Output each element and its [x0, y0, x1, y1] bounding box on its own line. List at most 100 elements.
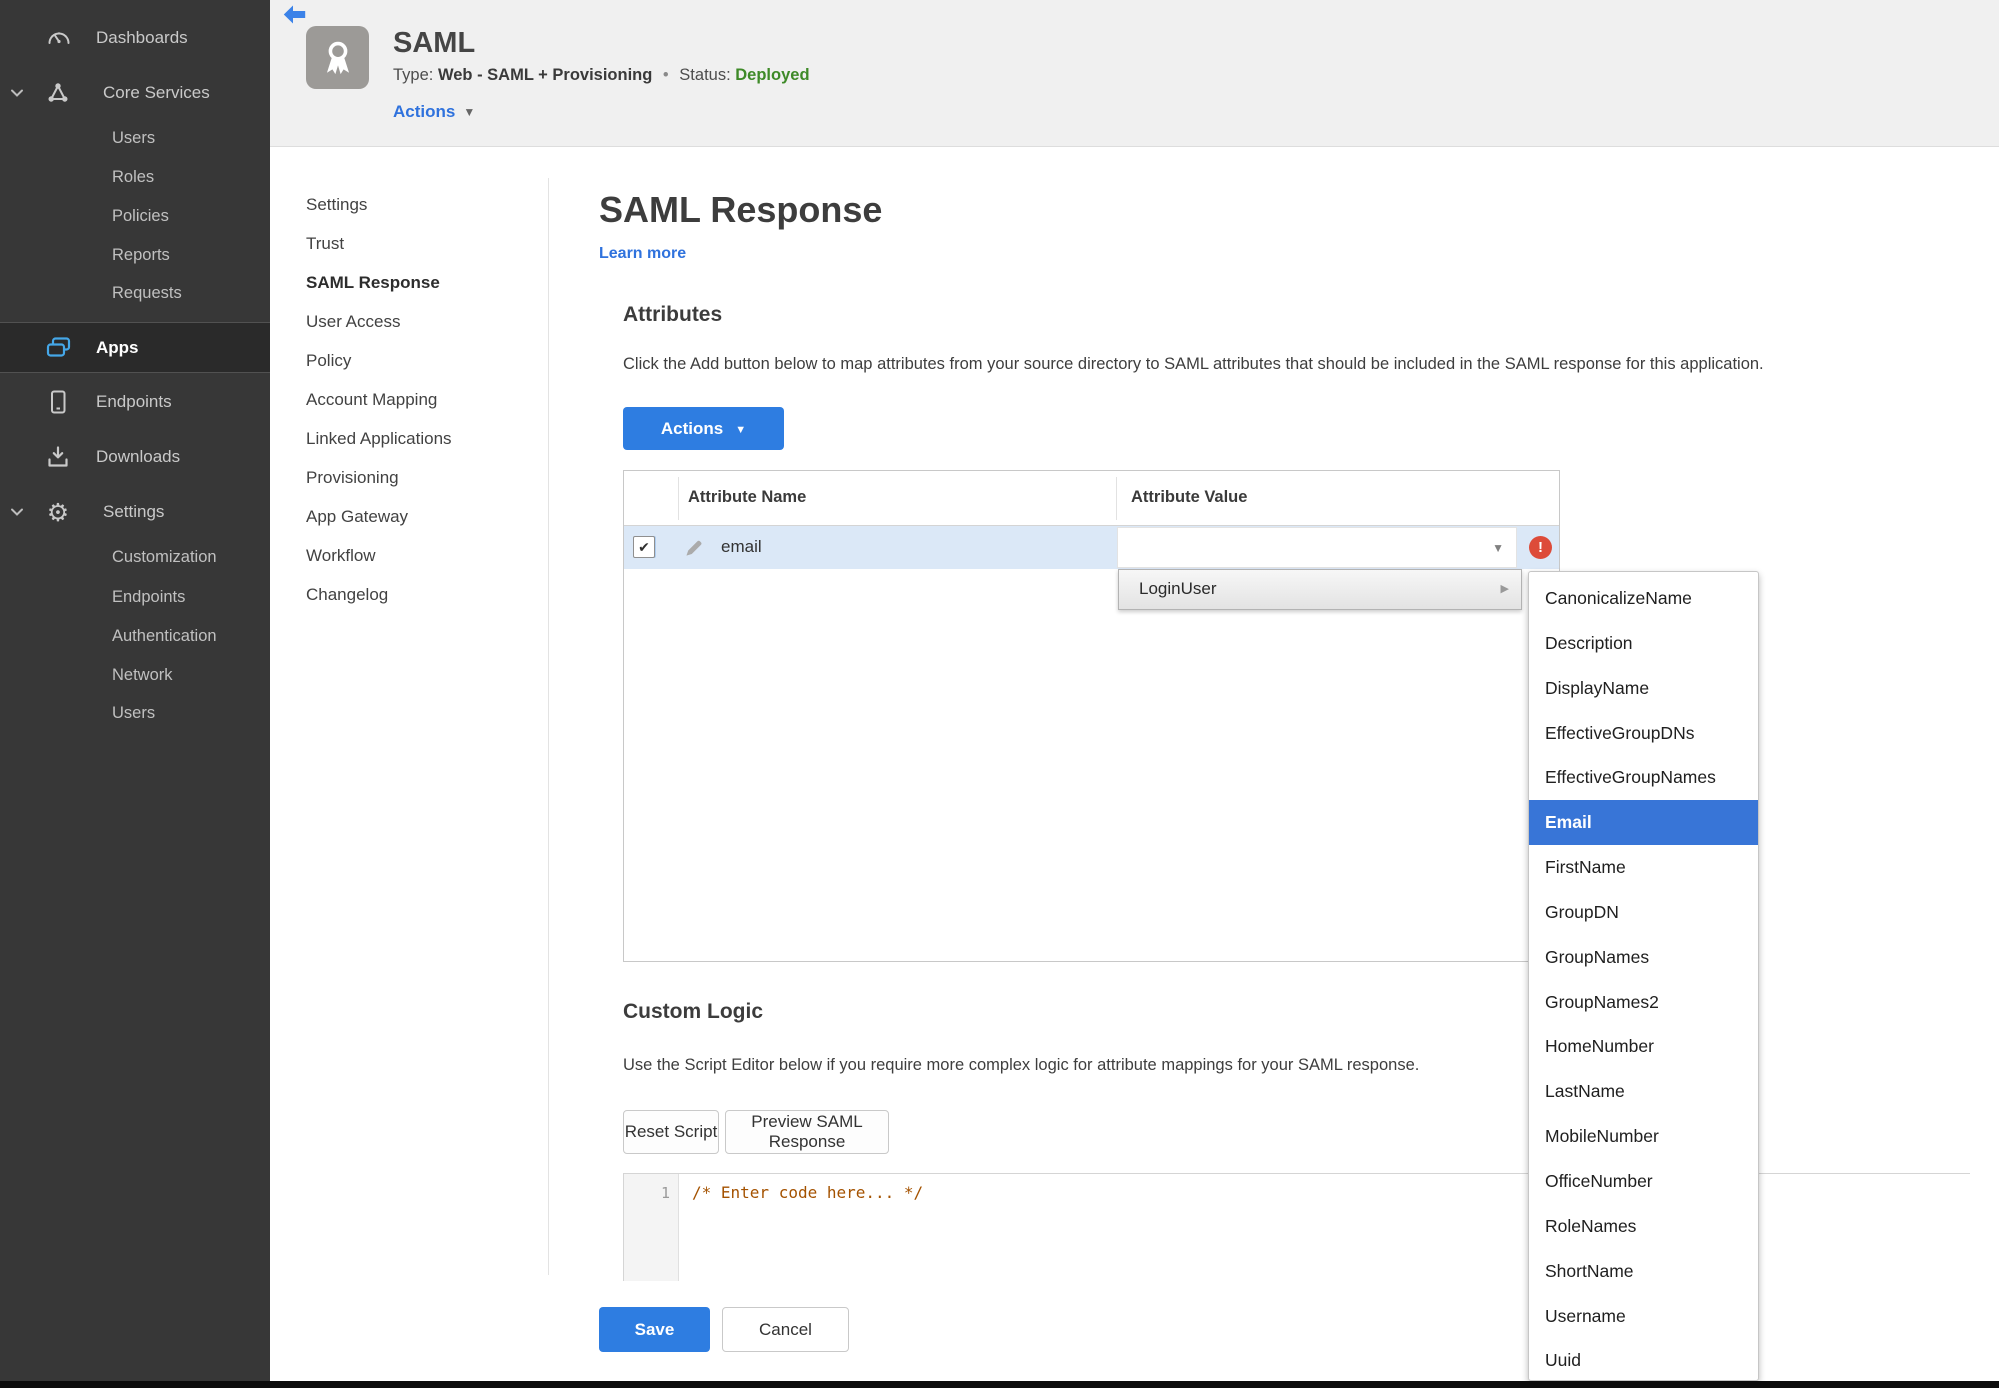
reset-script-button[interactable]: Reset Script	[623, 1110, 719, 1154]
menu-option-effectivegroupdns[interactable]: EffectiveGroupDNs	[1529, 711, 1758, 756]
sidebar-item-label: Users	[112, 128, 156, 147]
menu-option-officenumber[interactable]: OfficeNumber	[1529, 1159, 1758, 1204]
menu-option-firstname[interactable]: FirstName	[1529, 845, 1758, 890]
sidebar-item-core-services[interactable]: Core Services	[0, 73, 270, 113]
sidebar-item-customization[interactable]: Customization	[0, 537, 270, 577]
status-badge: Deployed	[735, 66, 810, 84]
table-row[interactable]: ✔ email ▼ !	[624, 526, 1559, 569]
app-subnav: Settings Trust SAML Response User Access…	[306, 185, 536, 614]
sidebar-item-label: Network	[112, 665, 173, 684]
meta-separator: •	[662, 66, 669, 84]
gear-icon: ⚙	[46, 497, 70, 527]
sidebar-item-apps[interactable]: Apps	[0, 322, 270, 373]
learn-more-link[interactable]: Learn more	[599, 245, 686, 263]
attributes-table: Attribute Name Attribute Value ✔ email ▼…	[623, 470, 1560, 962]
column-header-attribute-value: Attribute Value	[1131, 488, 1248, 506]
sidebar-item-endpoints-settings[interactable]: Endpoints	[0, 577, 270, 617]
attribute-value-dropdown[interactable]: ▼	[1117, 527, 1517, 568]
sidebar-item-label: Endpoints	[96, 392, 172, 411]
menu-option-username[interactable]: Username	[1529, 1294, 1758, 1339]
error-icon: !	[1529, 536, 1552, 559]
sidebar-item-requests[interactable]: Requests	[0, 273, 270, 313]
line-number: 1	[660, 1184, 670, 1202]
menu-option-rolenames[interactable]: RoleNames	[1529, 1204, 1758, 1249]
menu-option-groupnames[interactable]: GroupNames	[1529, 935, 1758, 980]
sidebar-item-policies[interactable]: Policies	[0, 196, 270, 236]
subnav-item-policy[interactable]: Policy	[306, 341, 536, 380]
chevron-down-icon[interactable]	[10, 89, 24, 98]
subnav-divider	[548, 178, 549, 1275]
attributes-actions-button[interactable]: Actions ▼	[623, 407, 784, 450]
sidebar-item-label: Core Services	[103, 83, 210, 102]
type-value: Web - SAML + Provisioning	[437, 66, 653, 84]
column-separator	[1116, 477, 1117, 520]
caret-down-icon: ▼	[463, 105, 476, 119]
sidebar-item-label: Policies	[112, 206, 169, 225]
menu-option-email[interactable]: Email	[1529, 800, 1758, 846]
sidebar-item-endpoints[interactable]: Endpoints	[0, 382, 270, 422]
caret-down-icon: ▼	[1492, 541, 1504, 555]
subnav-item-app-gateway[interactable]: App Gateway	[306, 497, 536, 536]
subnav-item-account-mapping[interactable]: Account Mapping	[306, 380, 536, 419]
script-editor[interactable]: 1 /* Enter code here... */	[623, 1173, 1970, 1281]
attributes-description: Click the Add button below to map attrib…	[623, 355, 1764, 373]
preview-saml-response-button[interactable]: Preview SAML Response	[725, 1110, 889, 1154]
table-header-row: Attribute Name Attribute Value	[624, 471, 1559, 526]
window-bottom-edge	[0, 1381, 1999, 1388]
sidebar-item-settings[interactable]: ⚙ Settings	[0, 492, 270, 532]
sidebar-item-label: Apps	[96, 337, 139, 357]
subnav-item-provisioning[interactable]: Provisioning	[306, 458, 536, 497]
sidebar-item-reports[interactable]: Reports	[0, 235, 270, 275]
sidebar-item-label: Requests	[112, 283, 182, 302]
sidebar-item-label: Users	[112, 703, 156, 722]
saml-app-icon	[306, 26, 369, 89]
value-menu-root-label: LoginUser	[1139, 579, 1217, 598]
sidebar-item-authentication[interactable]: Authentication	[0, 616, 270, 656]
value-menu-options: CanonicalizeName Description DisplayName…	[1528, 571, 1759, 1381]
menu-option-effectivegroupnames[interactable]: EffectiveGroupNames	[1529, 755, 1758, 800]
save-button[interactable]: Save	[599, 1307, 710, 1352]
menu-option-canonicalizename[interactable]: CanonicalizeName	[1529, 576, 1758, 621]
subnav-item-saml-response[interactable]: SAML Response	[306, 263, 536, 302]
row-checkbox[interactable]: ✔	[633, 536, 655, 558]
type-label: Type:	[393, 66, 434, 84]
sidebar-item-label: Settings	[103, 502, 165, 521]
menu-option-mobilenumber[interactable]: MobileNumber	[1529, 1114, 1758, 1159]
sidebar-item-users[interactable]: Users	[0, 118, 270, 158]
cancel-button[interactable]: Cancel	[722, 1307, 849, 1352]
menu-option-homenumber[interactable]: HomeNumber	[1529, 1024, 1758, 1069]
header-actions-dropdown[interactable]: Actions ▼	[393, 102, 475, 122]
chevron-down-icon[interactable]	[10, 508, 24, 517]
menu-option-shortname[interactable]: ShortName	[1529, 1249, 1758, 1294]
subnav-item-workflow[interactable]: Workflow	[306, 536, 536, 575]
sidebar-item-roles[interactable]: Roles	[0, 157, 270, 197]
sidebar-item-label: Dashboards	[96, 28, 188, 47]
editor-gutter: 1	[624, 1174, 679, 1281]
subnav-item-linked-applications[interactable]: Linked Applications	[306, 419, 536, 458]
menu-option-uuid[interactable]: Uuid	[1529, 1338, 1758, 1380]
subnav-item-changelog[interactable]: Changelog	[306, 575, 536, 614]
sidebar-item-users-settings[interactable]: Users	[0, 693, 270, 733]
menu-option-description[interactable]: Description	[1529, 621, 1758, 666]
apps-icon	[44, 335, 72, 360]
subnav-item-trust[interactable]: Trust	[306, 224, 536, 263]
caret-down-icon: ▼	[735, 423, 747, 436]
submenu-arrow-icon: ▶	[1500, 583, 1509, 595]
subnav-item-user-access[interactable]: User Access	[306, 302, 536, 341]
menu-option-groupdn[interactable]: GroupDN	[1529, 890, 1758, 935]
sidebar-item-downloads[interactable]: Downloads	[0, 437, 270, 477]
sidebar: Dashboards Core Services Users Roles Pol…	[0, 0, 270, 1381]
sidebar-item-label: Roles	[112, 167, 155, 186]
subnav-item-settings[interactable]: Settings	[306, 185, 536, 224]
menu-option-groupnames2[interactable]: GroupNames2	[1529, 980, 1758, 1025]
app-header: SAML Type: Web - SAML + Provisioning • S…	[270, 0, 1999, 147]
value-menu-root-loginuser[interactable]: LoginUser ▶	[1118, 569, 1522, 610]
edit-pencil-icon[interactable]	[685, 538, 704, 557]
column-separator	[678, 477, 679, 520]
sidebar-item-network[interactable]: Network	[0, 655, 270, 695]
sidebar-item-dashboards[interactable]: Dashboards	[0, 18, 270, 58]
back-arrow-icon[interactable]	[283, 5, 307, 25]
menu-option-displayname[interactable]: DisplayName	[1529, 666, 1758, 711]
attributes-heading: Attributes	[623, 303, 723, 326]
menu-option-lastname[interactable]: LastName	[1529, 1069, 1758, 1114]
